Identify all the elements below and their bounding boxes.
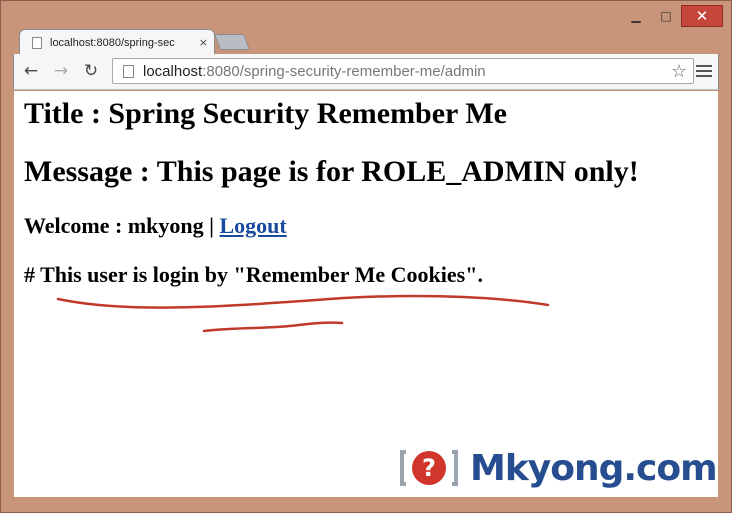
browser-toolbar: ← → ↻ localhost:8080/spring-security-rem… bbox=[13, 54, 719, 90]
window-controls: ▁ □ ✕ bbox=[621, 5, 723, 29]
forward-icon[interactable]: → bbox=[50, 60, 72, 82]
tab-close-icon[interactable]: × bbox=[199, 36, 208, 49]
maximize-icon[interactable]: □ bbox=[651, 5, 681, 27]
menu-icon[interactable] bbox=[696, 60, 712, 82]
browser-window: ▁ □ ✕ localhost:8080/spring-sec × ← → ↻ … bbox=[0, 0, 732, 513]
logo-text: Mkyong.com bbox=[470, 447, 718, 489]
page-content: Title : Spring Security Remember Me Mess… bbox=[14, 91, 718, 497]
address-bar[interactable]: localhost:8080/spring-security-remember-… bbox=[112, 58, 694, 84]
back-icon[interactable]: ← bbox=[20, 60, 42, 82]
bookmark-star-icon[interactable]: ☆ bbox=[671, 61, 687, 82]
mkyong-logo: ? Mkyong.com bbox=[400, 446, 718, 490]
page-icon bbox=[123, 64, 134, 78]
minimize-icon[interactable]: ▁ bbox=[621, 5, 651, 27]
logo-mark-icon: ? bbox=[400, 450, 458, 486]
new-tab-button[interactable] bbox=[214, 34, 250, 50]
close-icon[interactable]: ✕ bbox=[681, 5, 723, 27]
url-text: localhost:8080/spring-security-remember-… bbox=[143, 62, 486, 80]
reload-icon[interactable]: ↻ bbox=[80, 60, 102, 82]
tab-title: localhost:8080/spring-sec bbox=[50, 36, 175, 49]
red-underline-scribble bbox=[56, 294, 550, 333]
logo-mark-glyph: ? bbox=[422, 454, 436, 482]
page-icon bbox=[32, 36, 42, 49]
browser-tab[interactable]: localhost:8080/spring-sec × bbox=[19, 29, 215, 55]
